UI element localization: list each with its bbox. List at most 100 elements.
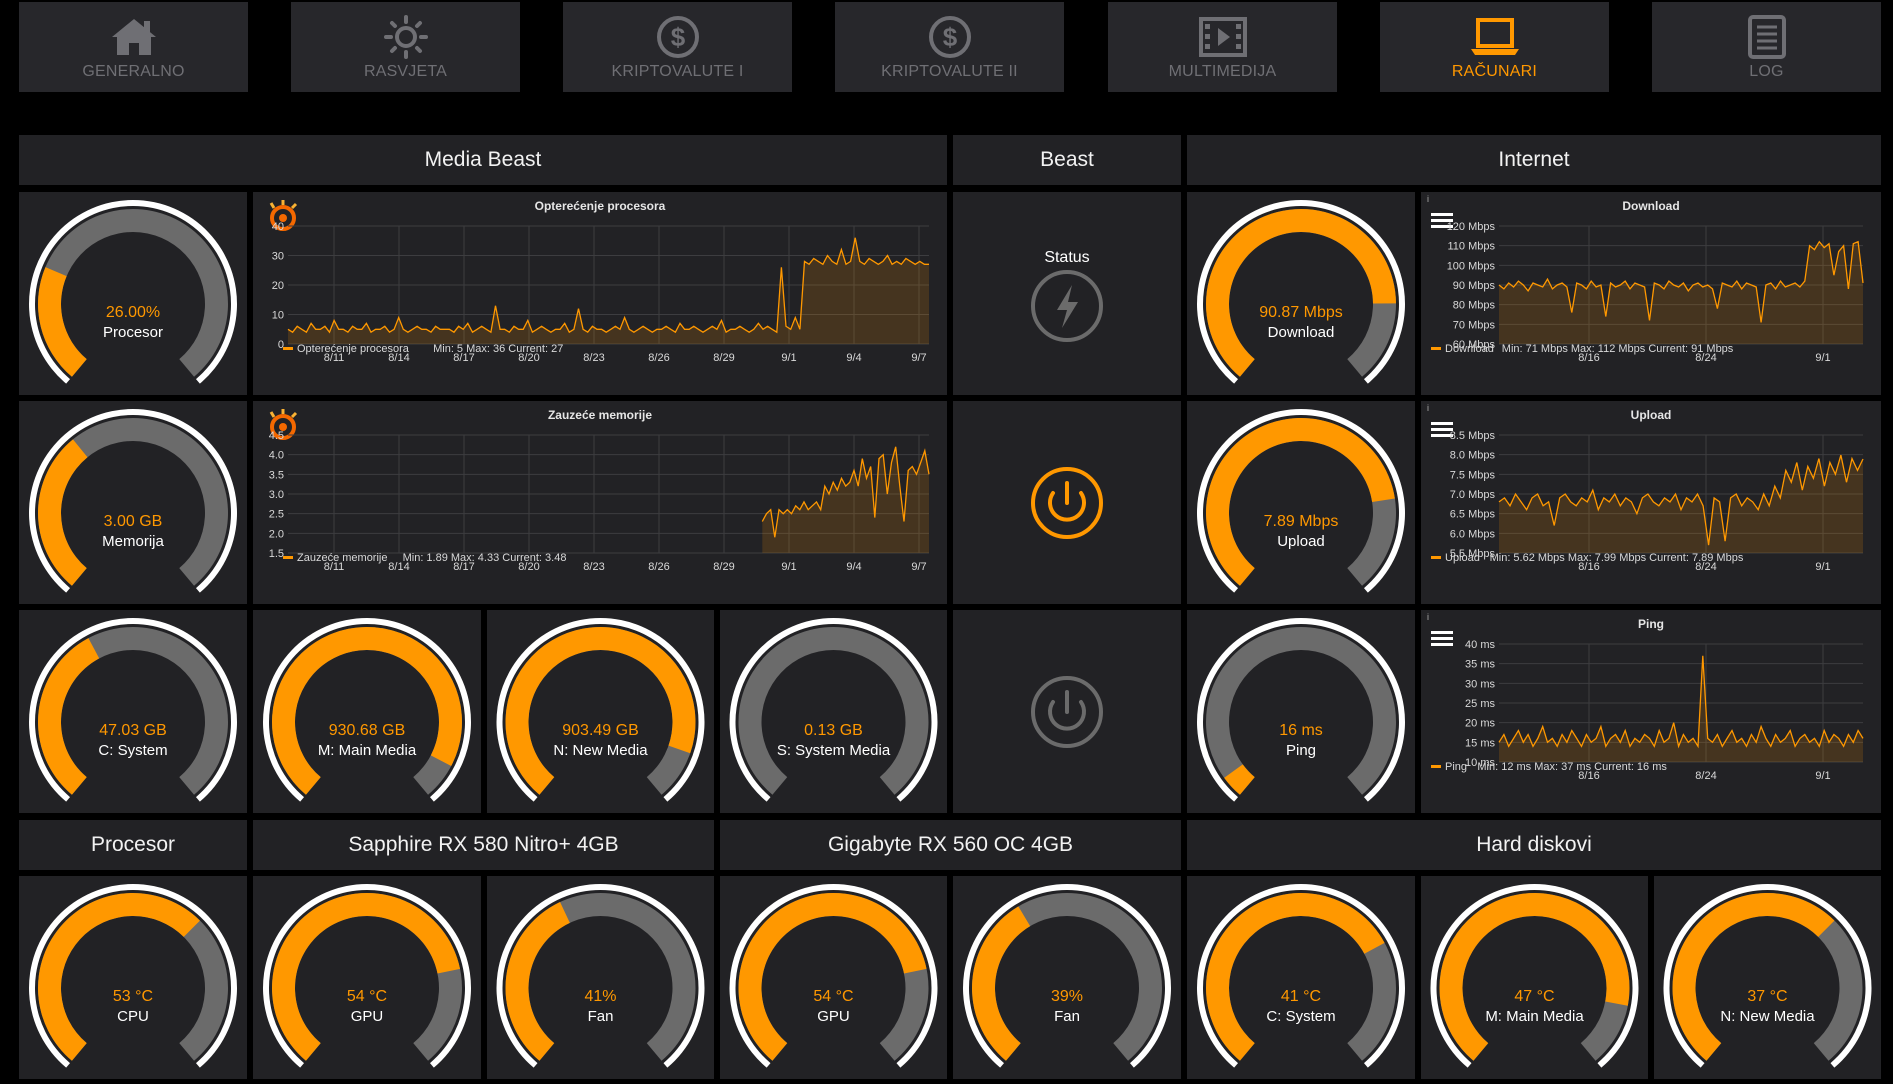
- nav-tab-label: MULTIMEDIJA: [1168, 63, 1277, 80]
- gauge-panel-cpu-temp: 53 °C CPU: [19, 876, 247, 1079]
- gauge-value-arc: [38, 267, 87, 377]
- legend-stats: Min: 5.62 Mbps Max: 7.99 Mbps Current: 7…: [1490, 552, 1744, 564]
- x-tick-label: 9/1: [781, 352, 796, 364]
- chart-download: i Download60 Mbps70 Mbps80 Mbps90 Mbps100…: [1427, 194, 1864, 364]
- gauge-disk-m: 930.68 GB M: Main Media: [263, 618, 471, 802]
- gauge-panel-gpu1-fan: 41% Fan: [487, 876, 714, 1079]
- y-tick-label: 70 Mbps: [1453, 319, 1496, 331]
- y-tick-label: 20: [272, 280, 284, 292]
- power-icon[interactable]: [953, 610, 1181, 813]
- series-area: [762, 446, 929, 553]
- y-tick-label: 110 Mbps: [1448, 241, 1496, 253]
- gauge-label-text: Ping: [1286, 742, 1316, 759]
- y-tick-label: 40 ms: [1465, 639, 1495, 651]
- dollar-coin-icon: $: [652, 15, 704, 59]
- gauge-label-text: Fan: [588, 1008, 614, 1025]
- nav-tab-kriptovalute-ii[interactable]: $ KRIPTOVALUTE II: [835, 2, 1064, 92]
- panel-menu-icon[interactable]: [1431, 631, 1453, 646]
- home-icon: [108, 15, 160, 59]
- gauge-value-text: 53 °C: [113, 988, 153, 1005]
- gauge-hd-c: 41 °C C: System: [1197, 884, 1405, 1068]
- info-icon[interactable]: i: [1427, 194, 1429, 204]
- y-tick-label: 6.5 Mbps: [1450, 509, 1496, 521]
- gauge-upload: 7.89 Mbps Upload: [1197, 409, 1405, 593]
- legend-stats: Min: 12 ms Max: 37 ms Current: 16 ms: [1477, 761, 1667, 773]
- gauge-panel-memory: 3.00 GB Memorija: [19, 401, 247, 604]
- header-procesor: Procesor: [19, 820, 247, 870]
- gauge-value-text: 37 °C: [1747, 988, 1787, 1005]
- gauge-value-text: 903.49 GB: [562, 722, 639, 739]
- legend-swatch: [1431, 347, 1441, 350]
- nav-tab-rasvjeta[interactable]: RASVJETA: [291, 2, 520, 92]
- series-area: [1499, 455, 1863, 553]
- gauge-value-text: 930.68 GB: [329, 722, 406, 739]
- gauge-value-text: 41%: [584, 988, 616, 1005]
- gauge-panel-hd-c: 41 °C C: System: [1187, 876, 1415, 1079]
- nav-tab-multimedija[interactable]: MULTIMEDIJA: [1108, 2, 1337, 92]
- nav-tab-label: RAČUNARI: [1451, 63, 1538, 80]
- power-button-panel-2[interactable]: [953, 610, 1181, 813]
- laptop-icon: [1469, 15, 1521, 59]
- x-tick-label: 8/24: [1695, 770, 1716, 782]
- y-tick-label: 90 Mbps: [1453, 280, 1496, 292]
- y-tick-label: 80 Mbps: [1453, 300, 1496, 312]
- gauge-panel-disk-m: 930.68 GB M: Main Media: [253, 610, 481, 813]
- gauge-label-text: C: System: [1266, 1008, 1335, 1025]
- nav-tab-kriptovalute-i[interactable]: $ KRIPTOVALUTE I: [563, 2, 792, 92]
- series-area: [288, 237, 929, 344]
- gauge-panel-ping: 16 ms Ping: [1187, 610, 1415, 813]
- header-sapphire-label: Sapphire RX 580 Nitro+ 4GB: [348, 833, 619, 856]
- legend-series-name: Download: [1445, 343, 1494, 355]
- x-tick-label: 9/4: [846, 561, 861, 573]
- y-tick-label: 3.5: [269, 469, 284, 481]
- x-tick-label: 9/1: [1815, 561, 1830, 573]
- nav-tab-log[interactable]: LOG: [1652, 2, 1881, 92]
- gauge-label-text: Procesor: [103, 324, 163, 341]
- y-tick-label: 1.5: [269, 548, 284, 560]
- gauge-label-text: Fan: [1054, 1008, 1080, 1025]
- header-sapphire: Sapphire RX 580 Nitro+ 4GB: [253, 820, 714, 870]
- gauge-panel-gpu1-temp: 54 °C GPU: [253, 876, 481, 1079]
- svg-text:$: $: [942, 22, 957, 52]
- series-line: [1498, 655, 1864, 749]
- legend-stats: Min: 71 Mbps Max: 112 Mbps Current: 91 M…: [1502, 343, 1734, 355]
- legend-series-name: Ping: [1445, 761, 1467, 773]
- gauge-gpu1-temp: 54 °C GPU: [263, 884, 471, 1068]
- nav-tab-računari[interactable]: RAČUNARI: [1380, 2, 1609, 92]
- info-icon[interactable]: i: [1427, 403, 1429, 413]
- legend-swatch: [283, 556, 293, 559]
- gauge-label-text: C: System: [98, 742, 167, 759]
- info-icon[interactable]: i: [1427, 612, 1429, 622]
- chart-title: Zauzeće memorije: [548, 408, 652, 422]
- y-tick-label: 6.0 Mbps: [1450, 528, 1496, 540]
- y-tick-label: 2.5: [269, 509, 284, 521]
- header-internet-label: Internet: [1498, 148, 1570, 171]
- dollar-coin-icon: $: [924, 15, 976, 59]
- y-tick-label: 30: [272, 251, 284, 263]
- power-icon[interactable]: [953, 401, 1181, 604]
- gauge-value-text: 41 °C: [1281, 988, 1321, 1005]
- y-tick-label: 2.0: [269, 528, 284, 540]
- gauge-value-text: 7.89 Mbps: [1264, 513, 1339, 530]
- nav-tab-label: KRIPTOVALUTE II: [881, 63, 1018, 80]
- header-hard-diskovi: Hard diskovi: [1187, 820, 1881, 870]
- gauge-ping: 16 ms Ping: [1197, 618, 1405, 802]
- legend-series-name: Upload: [1445, 552, 1480, 564]
- chart-panel-ping: i Ping 10 ms 15 ms 20 ms 25 ms 30 ms 35 ms 40 ms…: [1421, 610, 1881, 813]
- gauge-value-text: 47.03 GB: [99, 722, 167, 739]
- y-tick-label: 3.0: [269, 489, 284, 501]
- nav-tab-generalno[interactable]: GENERALNO: [19, 2, 248, 92]
- legend-series-name: Opterećenje procesora: [297, 343, 410, 355]
- gauge-panel-upload: 7.89 Mbps Upload: [1187, 401, 1415, 604]
- chart-panel-download: i Download 60 Mbps 70 Mbps 80 Mbps 90 Mbps 100…: [1421, 192, 1881, 395]
- lightning-icon: [1031, 270, 1103, 342]
- gauge-panel-hd-n: 37 °C N: New Media: [1654, 876, 1881, 1079]
- legend-swatch: [283, 347, 293, 350]
- chart-panel-mem: Zauzeće memorije 1.5 2.0 2.5 3.0 3.5 4.0 4.5 8/1…: [253, 401, 947, 604]
- header-media-beast: Media Beast: [19, 135, 947, 185]
- x-tick-label: 9/7: [911, 561, 926, 573]
- chart-cpu: Opterećenje procesora0102030408/11 8/14 8/…: [269, 199, 929, 364]
- nav-tab-label: RASVJETA: [363, 63, 448, 80]
- chart-panel-cpu: Opterećenje procesora 0 10 20 30 40 8/11 8/14 8/…: [253, 192, 947, 395]
- power-button-panel-1[interactable]: [953, 401, 1181, 604]
